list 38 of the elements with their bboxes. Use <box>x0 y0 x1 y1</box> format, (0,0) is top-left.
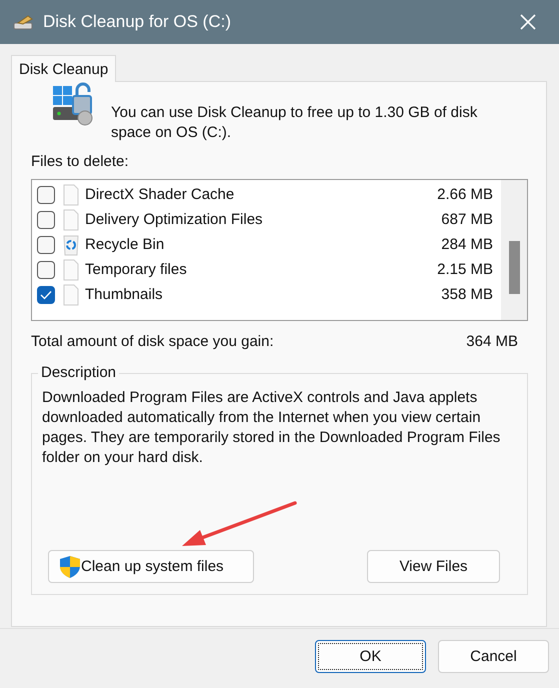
cancel-button[interactable]: Cancel <box>438 640 549 673</box>
files-label: Files to delete: <box>31 153 130 170</box>
file-name: Recycle Bin <box>85 236 166 253</box>
close-icon[interactable] <box>519 13 537 31</box>
checkbox[interactable] <box>37 286 55 304</box>
file-name: Temporary files <box>85 261 188 278</box>
total-value: 364 MB <box>466 333 518 350</box>
description-text: Downloaded Program Files are ActiveX controls and Java applets downloaded automatically from the Internet when you view certain pages. They are temporarily stored in the Downloaded Program Files folder on your hard disk. <box>42 388 502 468</box>
file-icon <box>63 208 79 230</box>
intro-text: You can use Disk Cleanup to free up to 1.30 GB of disk space on OS (C:). <box>111 103 478 143</box>
view-files-button[interactable]: View Files <box>367 550 500 583</box>
recycle-bin-icon <box>63 234 79 256</box>
scroll-thumb[interactable] <box>509 241 520 294</box>
scrollbar[interactable] <box>501 180 527 320</box>
group-title: Description <box>38 364 120 381</box>
checkbox[interactable] <box>37 210 55 228</box>
file-icon <box>63 258 79 280</box>
file-name: Thumbnails <box>85 286 164 303</box>
shield-icon <box>59 554 81 578</box>
checkbox[interactable] <box>37 186 55 204</box>
file-icon <box>63 184 79 206</box>
checkbox[interactable] <box>37 236 55 254</box>
ok-button[interactable]: OK <box>315 640 426 673</box>
file-name: Delivery Optimization Files <box>85 211 264 228</box>
checkmark-icon <box>40 290 52 300</box>
tab[interactable]: Disk Cleanup <box>11 55 116 82</box>
file-size: 284 MB <box>441 236 493 253</box>
file-name: DirectX Shader Cache <box>85 186 236 203</box>
disk-cleanup-icon <box>13 14 35 30</box>
file-size: 2.15 MB <box>437 261 493 278</box>
file-size: 687 MB <box>441 211 493 228</box>
file-size: 2.66 MB <box>437 186 493 203</box>
window-title: Disk Cleanup for OS (C:) <box>43 12 232 32</box>
file-size: 358 MB <box>441 286 493 303</box>
clean-up-system-files-button[interactable]: Clean up system files <box>48 550 254 583</box>
checkbox[interactable] <box>37 260 55 278</box>
total-label: Total amount of disk space you gain: <box>31 333 274 350</box>
file-icon <box>63 284 79 306</box>
